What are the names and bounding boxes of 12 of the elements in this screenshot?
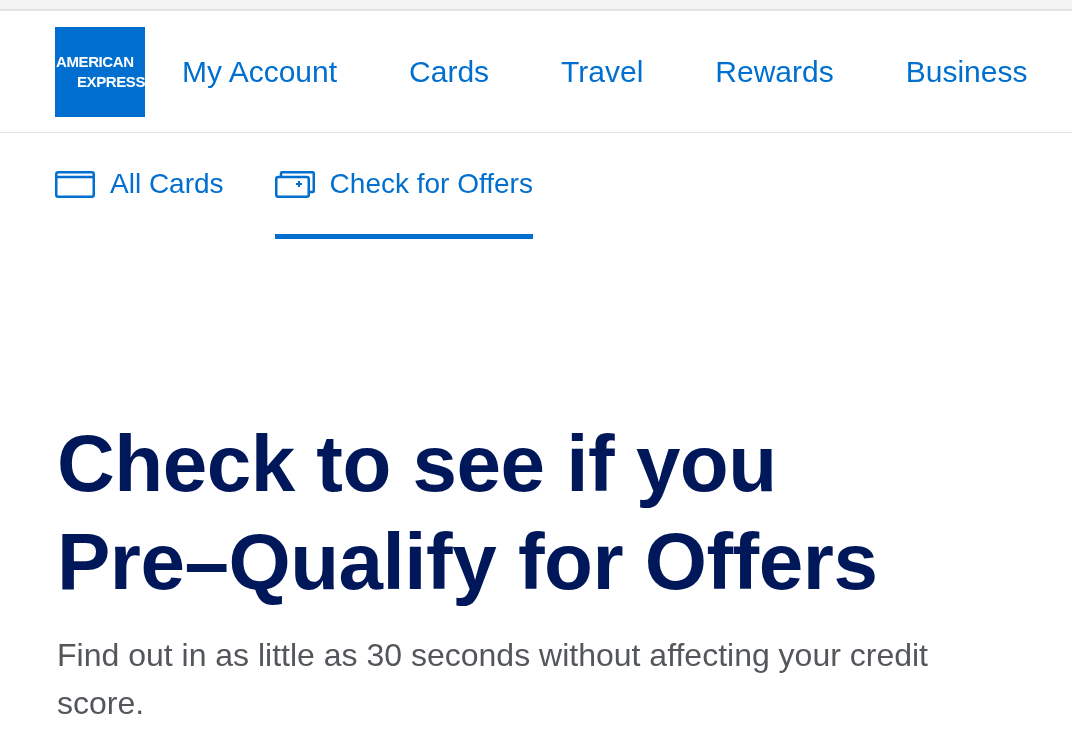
nav-link[interactable]: Travel xyxy=(561,53,644,90)
nav-link[interactable]: Rewards xyxy=(715,53,834,90)
description-text: Find out in as little as 30 seconds without affecting your credit score. xyxy=(57,636,929,723)
nav-link[interactable]: Cards xyxy=(409,53,490,90)
card-icon xyxy=(55,170,95,198)
nav-link[interactable]: My Account xyxy=(182,53,338,90)
stacked-cards-icon xyxy=(274,170,315,198)
nav-link[interactable]: Business xyxy=(905,53,1028,90)
brand-logo[interactable]: AMERICAN EXPRESS xyxy=(55,26,145,117)
tab[interactable]: Check for Offers xyxy=(274,133,533,239)
tab[interactable]: All Cards xyxy=(55,133,224,239)
page-heading: Check to see if you Pre–Qualify for Offers xyxy=(57,418,879,608)
